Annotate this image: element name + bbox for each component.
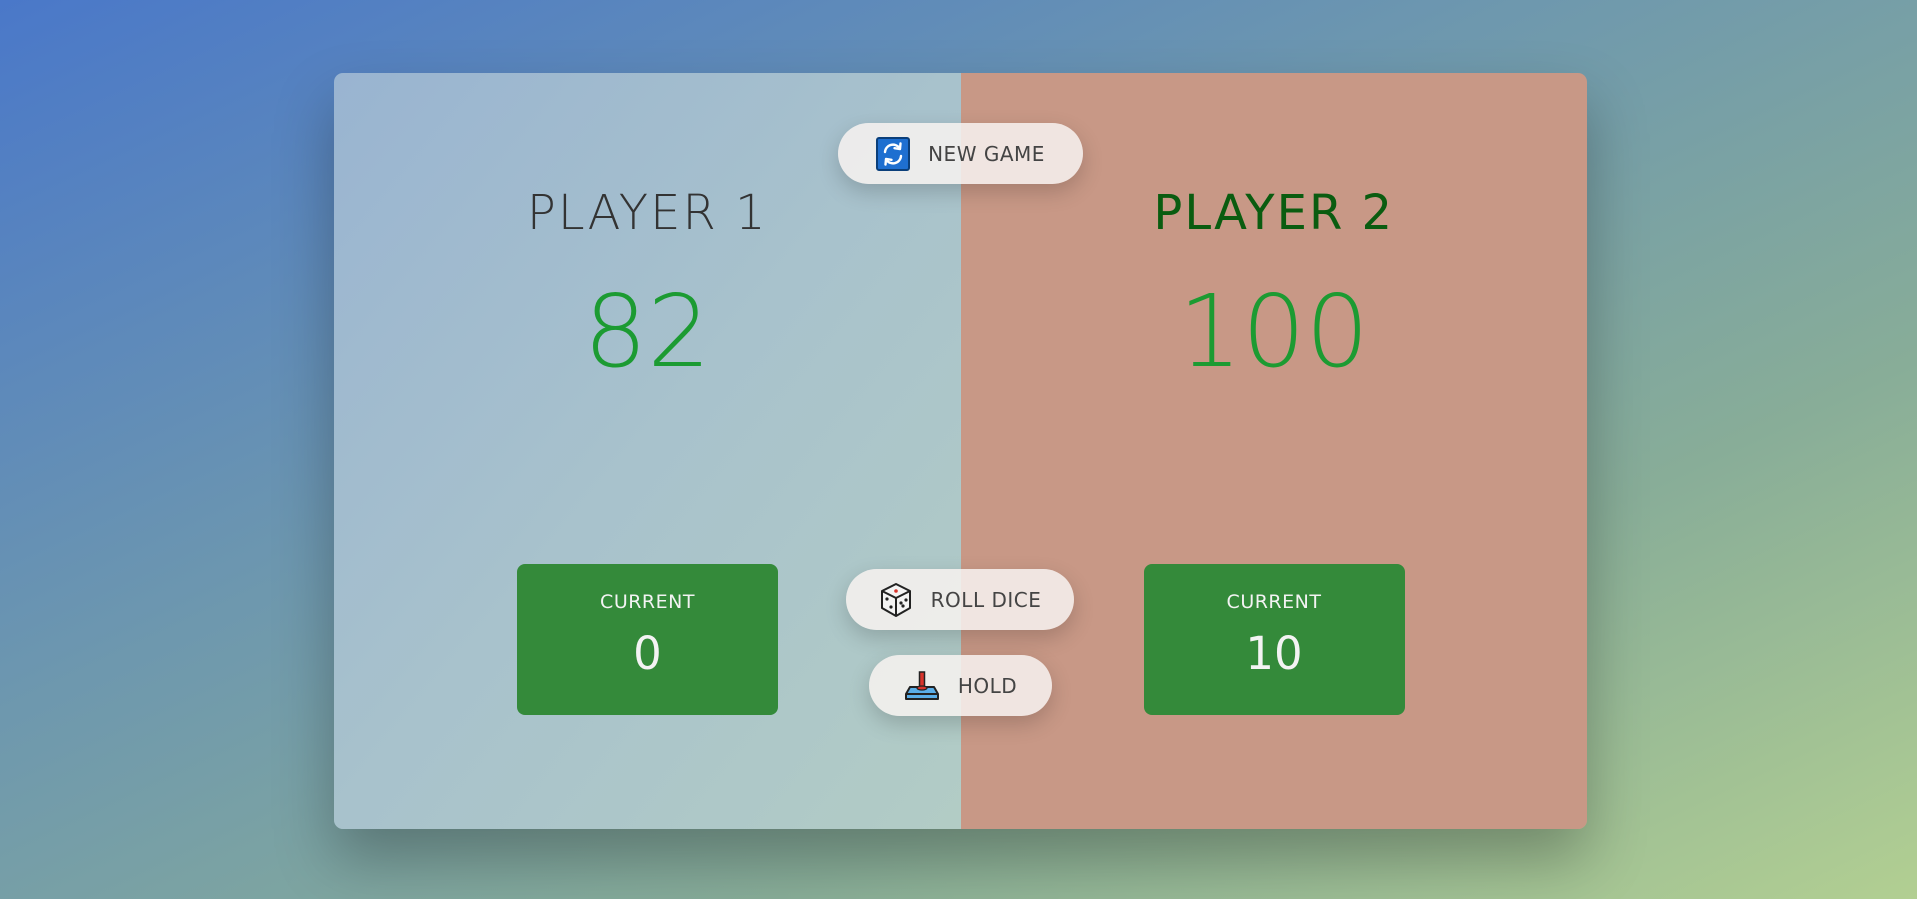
player-1-panel: PLAYER 1 82 CURRENT 0 bbox=[334, 73, 961, 829]
new-game-button[interactable]: NEW GAME bbox=[838, 123, 1083, 184]
player-1-current-box: CURRENT 0 bbox=[517, 564, 778, 715]
player-2-current-box: CURRENT 10 bbox=[1143, 564, 1405, 715]
hold-label: HOLD bbox=[957, 673, 1018, 698]
new-game-label: NEW GAME bbox=[928, 141, 1045, 166]
player-2-score: 100 bbox=[1178, 273, 1370, 390]
player-2-panel: PLAYER 2 100 CURRENT 10 bbox=[960, 73, 1587, 829]
roll-dice-label: ROLL DICE bbox=[930, 587, 1042, 612]
roll-dice-button[interactable]: ROLL DICE bbox=[846, 569, 1074, 630]
player-2-name: PLAYER 2 bbox=[1153, 185, 1395, 241]
player-1-score: 82 bbox=[583, 273, 711, 390]
player-1-current-score: 0 bbox=[633, 627, 662, 680]
player-1-name: PLAYER 1 bbox=[526, 185, 768, 241]
player-2-current-label: CURRENT bbox=[1226, 591, 1322, 613]
player-1-current-label: CURRENT bbox=[600, 591, 695, 613]
hold-lever-icon bbox=[904, 670, 940, 702]
hold-button[interactable]: HOLD bbox=[869, 655, 1052, 716]
dice-icon bbox=[879, 582, 913, 618]
refresh-icon bbox=[876, 136, 911, 171]
player-2-current-score: 10 bbox=[1245, 627, 1303, 680]
